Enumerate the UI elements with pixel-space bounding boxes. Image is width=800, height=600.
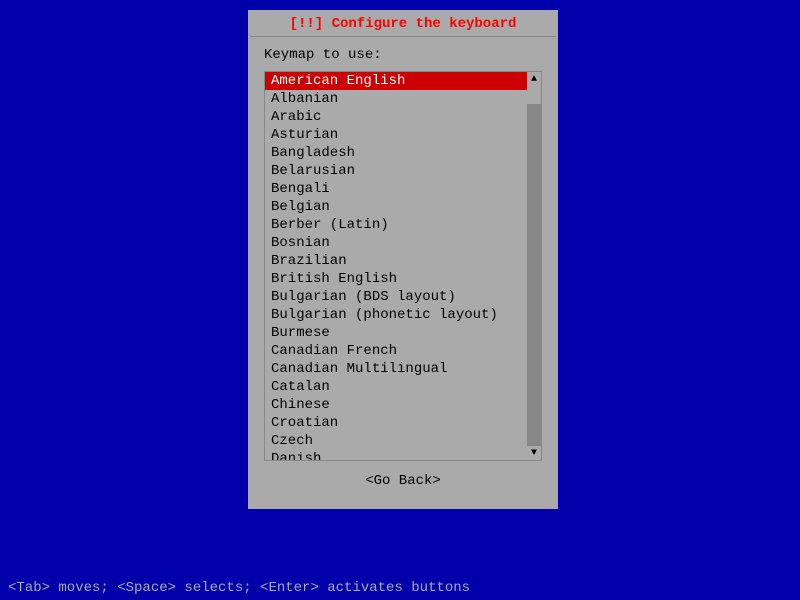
list-item[interactable]: Burmese	[265, 324, 527, 342]
list-item[interactable]: Chinese	[265, 396, 527, 414]
list-item[interactable]: Belarusian	[265, 162, 527, 180]
dialog-title: [!!] Configure the keyboard	[250, 12, 556, 37]
list-item[interactable]: Bulgarian (BDS layout)	[265, 288, 527, 306]
list-item[interactable]: Albanian	[265, 90, 527, 108]
keymap-list[interactable]: American EnglishAlbanianArabicAsturianBa…	[265, 72, 527, 460]
go-back-container: <Go Back>	[264, 461, 542, 497]
title-text: [!!] Configure the keyboard	[290, 16, 517, 32]
configure-keyboard-dialog: [!!] Configure the keyboard Keymap to us…	[248, 10, 558, 509]
keymap-label: Keymap to use:	[264, 47, 542, 63]
list-item[interactable]: American English	[265, 72, 527, 90]
scrollbar: ▲ ▼	[527, 72, 541, 460]
list-item[interactable]: Asturian	[265, 126, 527, 144]
go-back-button[interactable]: <Go Back>	[365, 473, 441, 489]
list-item[interactable]: Canadian French	[265, 342, 527, 360]
list-item[interactable]: Catalan	[265, 378, 527, 396]
scroll-thumb	[527, 86, 541, 104]
list-item[interactable]: Canadian Multilingual	[265, 360, 527, 378]
list-item[interactable]: Croatian	[265, 414, 527, 432]
scroll-track[interactable]	[527, 86, 541, 446]
scroll-up-arrow[interactable]: ▲	[527, 72, 541, 86]
list-item[interactable]: Arabic	[265, 108, 527, 126]
list-item[interactable]: Bangladesh	[265, 144, 527, 162]
list-item[interactable]: Brazilian	[265, 252, 527, 270]
list-item[interactable]: Bengali	[265, 180, 527, 198]
status-bar: <Tab> moves; <Space> selects; <Enter> ac…	[0, 576, 800, 600]
list-item[interactable]: Berber (Latin)	[265, 216, 527, 234]
list-item[interactable]: Bosnian	[265, 234, 527, 252]
dialog-body: Keymap to use: American EnglishAlbanianA…	[250, 37, 556, 507]
list-item[interactable]: Czech	[265, 432, 527, 450]
list-item[interactable]: British English	[265, 270, 527, 288]
list-item[interactable]: Danish	[265, 450, 527, 460]
keymap-list-container: American EnglishAlbanianArabicAsturianBa…	[264, 71, 542, 461]
list-item[interactable]: Belgian	[265, 198, 527, 216]
scroll-down-arrow[interactable]: ▼	[527, 446, 541, 460]
list-item[interactable]: Bulgarian (phonetic layout)	[265, 306, 527, 324]
